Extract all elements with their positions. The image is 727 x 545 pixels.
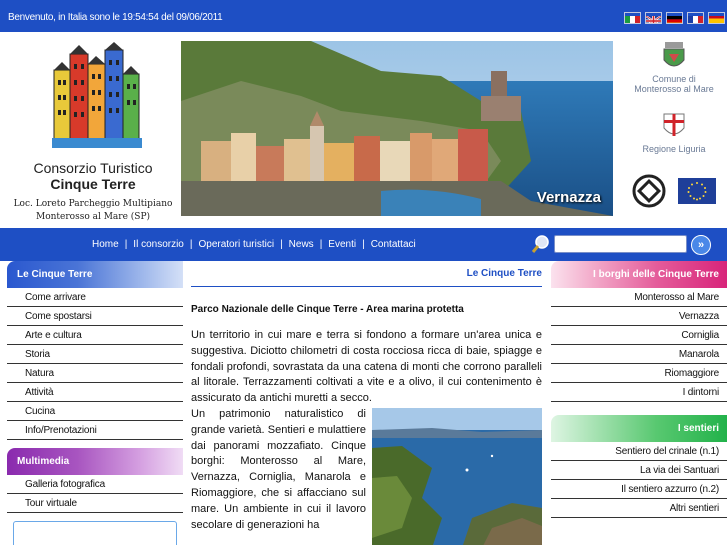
logo-name-line1: Consorzio Turistico [33,160,153,176]
sentieri-menu-item[interactable]: La via dei Santuari [551,461,727,480]
flag-german[interactable] [666,12,683,24]
left-menu-item[interactable]: Come arrivare [7,288,183,307]
sentieri-menu-item[interactable]: Il sentiero azzurro (n.2) [551,480,727,499]
search-icon [531,235,549,253]
main-content: Le Cinque Terre Parco Nazionale delle Ci… [191,261,542,545]
flag-italian[interactable] [624,12,641,24]
consorzio-logo[interactable]: Consorzio Turistico Cinque Terre Loc. Lo… [7,32,179,228]
comune-crest-icon [663,42,685,67]
nav-separator: | [319,239,323,250]
menu-spacer [7,440,183,448]
eu-flag-icon[interactable] [678,178,716,204]
left-widget-box [13,521,177,545]
intro-paragraph: Un territorio in cui mare e terra si fon… [191,329,542,405]
sentieri-menu-item[interactable]: Altri sentieri [551,499,727,518]
regione-crest-icon [663,113,685,136]
nav-news[interactable]: News [289,239,314,250]
left-sidebar: Le Cinque Terre Come arrivare Come spost… [7,261,183,545]
flag-french[interactable] [687,12,704,24]
logo-name-line2: Cinque Terre [50,176,136,192]
nav-links: Home | Il consorzio | Operatori turistic… [92,239,416,250]
nav-separator: | [362,239,365,250]
nav-home[interactable]: Home [92,239,119,250]
left-menu-item[interactable]: Storia [7,345,183,364]
search-submit-button[interactable]: » [691,235,711,255]
paragraph-with-photo: Un patrimonio naturalistico di grande va… [191,407,542,545]
partner-logos: Comune di Monterosso al Mare Regione Lig… [621,32,727,228]
multimedia-menu-title: Multimedia [7,448,183,475]
coast-photo [372,407,542,545]
comune-line2: Monterosso al Mare [634,84,714,94]
borghi-menu-item[interactable]: Riomaggiore [551,364,727,383]
borghi-menu-item[interactable]: I dintorni [551,383,727,402]
borghi-menu-item[interactable]: Vernazza [551,307,727,326]
unesco-heritage-icon[interactable] [631,174,667,210]
left-menu-item[interactable]: Attività [7,383,183,402]
search-input[interactable] [554,235,687,253]
hero-caption: Vernazza [536,189,601,206]
regione-label: Regione Liguria [642,144,706,154]
flag-spanish[interactable] [708,12,725,24]
greeting-text: Benvenuto, in Italia sono le 19:54:54 de… [8,12,223,23]
nav-eventi[interactable]: Eventi [328,239,356,250]
regione-link[interactable]: Regione Liguria [621,110,727,154]
top-bar: Benvenuto, in Italia sono le 19:54:54 de… [0,0,727,32]
hero-image: Vernazza [181,41,613,216]
borghi-menu-item[interactable]: Corniglia [551,326,727,345]
nav-il-consorzio[interactable]: Il consorzio [133,239,184,250]
nav-contattaci[interactable]: Contattaci [371,239,416,250]
nav-separator: | [124,239,128,250]
nav-operatori-turistici[interactable]: Operatori turistici [198,239,274,250]
page-title: Parco Nazionale delle Cinque Terre - Are… [191,304,464,315]
left-menu-title: Le Cinque Terre [7,261,183,288]
left-menu-item[interactable]: Cucina [7,402,183,421]
right-sidebar: I borghi delle Cinque Terre Monterosso a… [551,261,727,545]
logo-address-line1: Loc. Loreto Parcheggio Multipiano [13,199,173,209]
multimedia-menu-item[interactable]: Galleria fotografica [7,475,183,494]
nav-separator: | [189,239,193,250]
language-flags [624,12,725,24]
menu-spacer [551,402,727,415]
borghi-menu-item[interactable]: Manarola [551,345,727,364]
sentieri-menu-title: I sentieri [551,415,727,442]
left-menu-item[interactable]: Arte e cultura [7,326,183,345]
cinque-terre-houses-logo [52,42,142,148]
flag-english[interactable] [645,12,662,24]
left-menu-item[interactable]: Info/Prenotazioni [7,421,183,440]
comune-link[interactable]: Comune di Monterosso al Mare [621,40,727,94]
borghi-menu-item[interactable]: Monterosso al Mare [551,288,727,307]
borghi-menu-title: I borghi delle Cinque Terre [551,261,727,288]
multimedia-menu-item[interactable]: Tour virtuale [7,494,183,513]
left-menu-item[interactable]: Come spostarsi [7,307,183,326]
sentieri-menu-item[interactable]: Sentiero del crinale (n.1) [551,442,727,461]
main-navigation: Home | Il consorzio | Operatori turistic… [0,228,727,261]
comune-line1: Comune di [652,74,696,84]
logo-address-line2: Monterosso al Mare (SP) [35,212,151,222]
left-menu-item[interactable]: Natura [7,364,183,383]
breadcrumb: Le Cinque Terre [191,261,542,287]
page: Benvenuto, in Italia sono le 19:54:54 de… [0,0,727,545]
nav-separator: | [280,239,283,250]
header: Consorzio Turistico Cinque Terre Loc. Lo… [7,32,727,228]
